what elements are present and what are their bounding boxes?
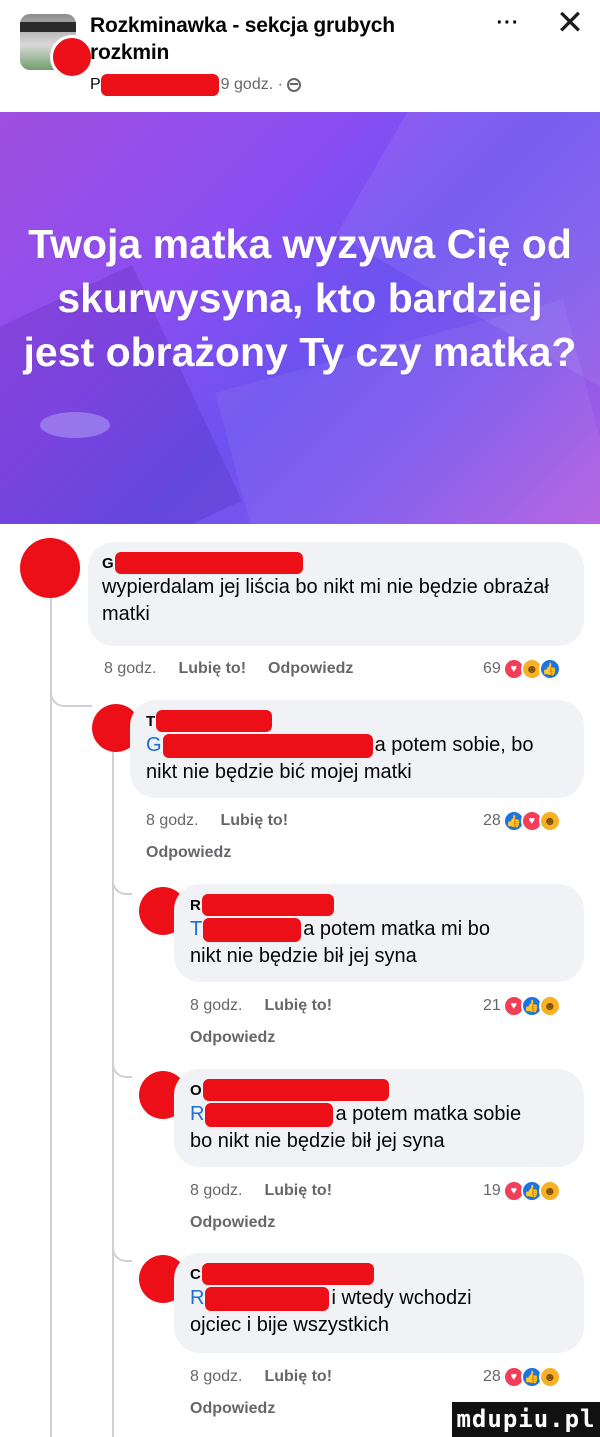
like-button[interactable]: Lubię to! bbox=[264, 997, 332, 1015]
site-watermark: mdupiu.pl bbox=[452, 1402, 600, 1437]
thread-connector bbox=[50, 689, 92, 707]
post-header: Rozkminawka - sekcja grubych rozkmin P 9… bbox=[0, 0, 600, 112]
comment-time[interactable]: 8 godz. bbox=[146, 812, 198, 830]
author-name-redacted bbox=[114, 552, 303, 574]
poster-name-redacted bbox=[100, 74, 219, 96]
reply-button[interactable]: Odpowiedz bbox=[146, 844, 231, 862]
more-options-button[interactable]: ··· bbox=[488, 13, 528, 38]
author-name-redacted bbox=[201, 1263, 374, 1285]
reaction-summary[interactable]: 28 👍 ♥ ☻ bbox=[483, 809, 561, 833]
reaction-summary[interactable]: 28 ♥ 👍 ☻ bbox=[483, 1365, 561, 1389]
comment-text: nikt nie będzie bić mojej matki bbox=[146, 761, 412, 783]
comment-author[interactable]: O bbox=[190, 1079, 568, 1101]
commenter-avatar-redacted[interactable] bbox=[20, 538, 80, 598]
post-text: Twoja matka wyzywa Cię od skurwysyna, kt… bbox=[23, 221, 577, 375]
comment-text-line: G a potem sobie, bo bbox=[146, 732, 568, 759]
comment-author[interactable]: G bbox=[102, 552, 568, 574]
like-reaction-icon: 👍 bbox=[538, 658, 561, 680]
comment-actions: 8 godz. Lubię to! Odpowiedz bbox=[104, 657, 375, 681]
mention-initial[interactable]: T bbox=[190, 916, 202, 943]
thread-connector bbox=[112, 1062, 132, 1078]
comment-text-line: T a potem matka mi bo bbox=[190, 916, 568, 943]
comment-actions: 8 godz. Lubię to! bbox=[190, 1179, 354, 1203]
comment-text-start: i wtedy wchodzi bbox=[331, 1287, 472, 1309]
author-initial[interactable]: C bbox=[190, 1266, 201, 1283]
comment-text-line: R i wtedy wchodzi bbox=[190, 1285, 568, 1312]
author-initial[interactable]: G bbox=[102, 555, 114, 572]
author-name-redacted bbox=[156, 710, 273, 732]
comment-bubble: C R i wtedy wchodzi ojciec i bije wszyst… bbox=[174, 1253, 584, 1353]
thread-connector bbox=[112, 879, 132, 895]
comment-text: nikt nie będzie bił jej syna bbox=[190, 945, 417, 967]
author-initial[interactable]: O bbox=[190, 1082, 202, 1099]
comment-bubble: G wypierdalam jej liścia bo nikt mi nie … bbox=[88, 542, 584, 646]
comment-text-start: a potem sobie, bo bbox=[374, 734, 534, 756]
comment-bubble: T G a potem sobie, bo nikt nie będzie bi… bbox=[130, 700, 584, 798]
poster-avatar-redacted[interactable] bbox=[50, 35, 94, 79]
poster-name-initial[interactable]: P bbox=[90, 76, 101, 94]
thread-line-nested bbox=[112, 737, 114, 1437]
haha-reaction-icon: ☻ bbox=[538, 1366, 561, 1388]
like-button[interactable]: Lubię to! bbox=[264, 1182, 332, 1200]
comment-bubble: R T a potem matka mi bo nikt nie będzie … bbox=[174, 884, 584, 982]
reaction-summary[interactable]: 21 ♥ 👍 ☻ bbox=[483, 994, 561, 1018]
reaction-count: 19 bbox=[483, 1182, 501, 1199]
comment-actions: 8 godz. Lubię to! bbox=[190, 994, 354, 1018]
like-button[interactable]: Lubię to! bbox=[178, 660, 246, 678]
comment-time[interactable]: 8 godz. bbox=[190, 1182, 242, 1200]
reply-button[interactable]: Odpowiedz bbox=[190, 1029, 275, 1047]
reaction-count: 21 bbox=[483, 997, 501, 1014]
comment-bubble: O R a potem matka sobie bo nikt nie będz… bbox=[174, 1069, 584, 1167]
comment-text-line: R a potem matka sobie bbox=[190, 1101, 568, 1128]
reaction-count: 28 bbox=[483, 812, 501, 829]
author-initial[interactable]: T bbox=[146, 713, 155, 730]
comment-actions: 8 godz. Lubię to! bbox=[146, 809, 310, 833]
mention-initial[interactable]: G bbox=[146, 732, 162, 759]
public-globe-icon bbox=[286, 78, 301, 92]
mention-redacted bbox=[205, 1102, 334, 1127]
haha-reaction-icon: ☻ bbox=[538, 995, 561, 1017]
post-time[interactable]: 9 godz. · bbox=[221, 76, 283, 94]
comment-time[interactable]: 8 godz. bbox=[104, 660, 156, 678]
mention-redacted bbox=[205, 1286, 330, 1311]
reply-button[interactable]: Odpowiedz bbox=[268, 660, 353, 678]
comment-text: bo nikt nie będzie bił jej syna bbox=[190, 1130, 445, 1152]
mention-initial[interactable]: R bbox=[190, 1101, 204, 1128]
thread-connector bbox=[112, 1246, 132, 1262]
comment-time[interactable]: 8 godz. bbox=[190, 1368, 242, 1386]
reaction-summary[interactable]: 69 ♥ ☻ 👍 bbox=[483, 657, 561, 681]
comment-author[interactable]: R bbox=[190, 894, 568, 916]
comments-section: G wypierdalam jej liścia bo nikt mi nie … bbox=[0, 524, 600, 1437]
haha-reaction-icon: ☻ bbox=[538, 810, 561, 832]
comment-text-start: a potem matka sobie bbox=[335, 1103, 522, 1125]
mention-redacted bbox=[162, 733, 373, 758]
author-initial[interactable]: R bbox=[190, 897, 201, 914]
reply-button[interactable]: Odpowiedz bbox=[190, 1214, 275, 1232]
reply-button[interactable]: Odpowiedz bbox=[190, 1400, 275, 1418]
comment-text: wypierdalam jej liścia bo nikt mi nie bę… bbox=[102, 576, 549, 625]
comment-time[interactable]: 8 godz. bbox=[190, 997, 242, 1015]
group-name[interactable]: Rozkminawka - sekcja grubych rozkmin bbox=[90, 12, 420, 66]
comment-text: ojciec i bije wszystkich bbox=[190, 1314, 389, 1336]
author-name-redacted bbox=[201, 894, 334, 916]
haha-reaction-icon: ☻ bbox=[538, 1180, 561, 1202]
comment-text-start: a potem matka mi bo bbox=[303, 918, 490, 940]
reaction-count: 69 bbox=[483, 660, 501, 677]
close-button[interactable]: ✕ bbox=[555, 6, 585, 40]
mention-initial[interactable]: R bbox=[190, 1285, 204, 1312]
comment-author[interactable]: T bbox=[146, 710, 568, 732]
comment-actions: 8 godz. Lubię to! bbox=[190, 1365, 354, 1389]
like-button[interactable]: Lubię to! bbox=[264, 1368, 332, 1386]
author-name-redacted bbox=[202, 1079, 389, 1101]
like-button[interactable]: Lubię to! bbox=[220, 812, 288, 830]
post-meta: P 9 godz. · bbox=[90, 74, 301, 96]
comment-author[interactable]: C bbox=[190, 1263, 568, 1285]
mention-redacted bbox=[203, 917, 302, 942]
post-banner: Twoja matka wyzywa Cię od skurwysyna, kt… bbox=[0, 112, 600, 524]
reaction-count: 28 bbox=[483, 1368, 501, 1385]
reaction-summary[interactable]: 19 ♥ 👍 ☻ bbox=[483, 1179, 561, 1203]
